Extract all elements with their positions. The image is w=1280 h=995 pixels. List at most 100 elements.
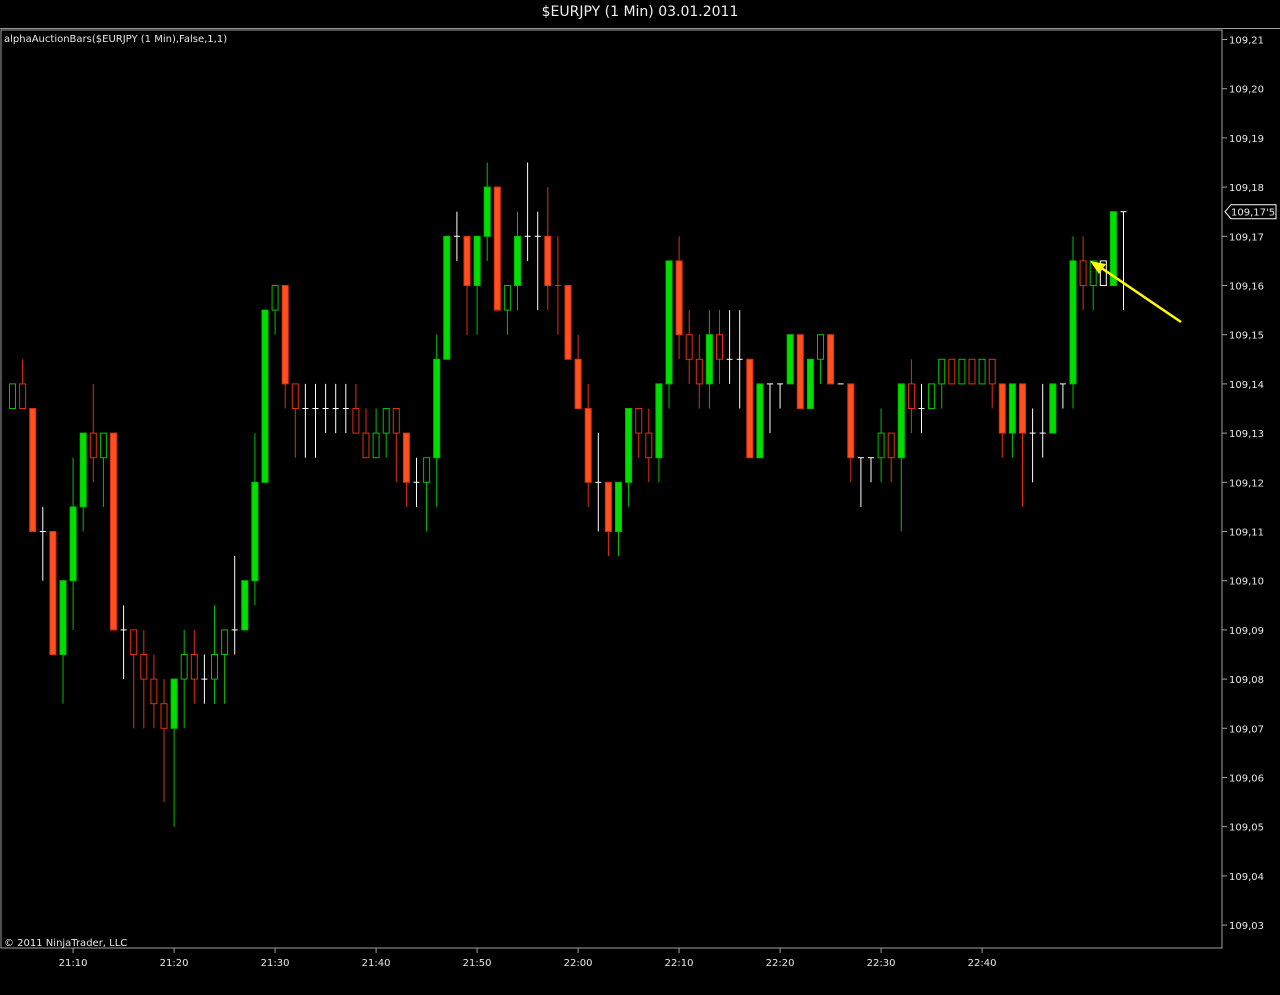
x-tick-label: 21:20 <box>160 958 189 969</box>
candle <box>746 358 754 459</box>
y-tick-label: 109,14 <box>1229 380 1264 391</box>
candle-body <box>1049 383 1057 434</box>
candle-body <box>160 703 168 729</box>
candle-body <box>241 580 249 631</box>
last-price-marker: 109,17'5 <box>1224 204 1277 220</box>
candle-body <box>998 383 1006 434</box>
candle <box>261 309 269 483</box>
x-tick-label: 22:00 <box>564 958 593 969</box>
chart-canvas[interactable]: alphaAuctionBars($EURJPY (1 Min),False,1… <box>0 0 1280 995</box>
candle-body <box>746 358 754 459</box>
price-axis: 109,21 109,20 109,19 109,18 109,17 109,16 109,… <box>1222 36 1264 932</box>
candle-body <box>352 408 360 434</box>
candle-body <box>211 654 218 680</box>
candle-body <box>9 383 16 409</box>
indicator-label: alphaAuctionBars($EURJPY (1 Min),False,1… <box>4 34 227 45</box>
candle-body <box>584 408 592 483</box>
candle-body <box>1008 383 1016 434</box>
candle-body <box>443 235 451 360</box>
x-tick-label: 21:50 <box>463 958 492 969</box>
candle-body <box>938 358 946 385</box>
candle <box>806 358 814 409</box>
y-tick-label: 109,15 <box>1229 331 1264 342</box>
x-tick-label: 22:20 <box>766 958 795 969</box>
candle <box>1049 383 1057 434</box>
y-tick-label: 109,10 <box>1229 577 1264 588</box>
y-tick-label: 109,21 <box>1229 36 1264 47</box>
x-tick-label: 21:10 <box>59 958 88 969</box>
candle-body <box>79 432 87 508</box>
candle-body <box>544 235 552 287</box>
y-tick-label: 109,08 <box>1229 675 1264 686</box>
candle-body <box>625 408 633 483</box>
candle-body <box>1069 260 1077 385</box>
candle-body <box>59 580 67 656</box>
candle-body <box>695 358 703 385</box>
candle-body <box>907 383 915 409</box>
candle <box>493 186 501 311</box>
candle <box>796 334 804 410</box>
copyright-text: © 2011 NinjaTrader, LLC <box>4 938 127 949</box>
y-tick-label: 109,04 <box>1229 872 1264 883</box>
x-tick-label: 22:40 <box>968 958 997 969</box>
candle-body <box>89 432 97 459</box>
candle-body <box>756 383 764 459</box>
candle-body <box>685 334 693 360</box>
x-tick-label: 21:40 <box>362 958 391 969</box>
candle <box>9 383 16 409</box>
candle-body <box>433 358 441 459</box>
candle <box>968 358 976 385</box>
candle-body <box>796 334 804 410</box>
candle-body <box>221 629 229 656</box>
candle-body <box>665 260 673 385</box>
candle-body <box>645 432 653 459</box>
candle <box>958 358 966 385</box>
candle-body <box>190 654 198 680</box>
candle <box>443 235 451 360</box>
candle-body <box>392 408 400 434</box>
candle-body <box>261 309 269 483</box>
candle-body <box>958 358 966 385</box>
candle-body <box>69 506 77 582</box>
candle-body <box>887 432 895 459</box>
candle-body <box>99 432 107 459</box>
y-tick-label: 109,17 <box>1229 232 1264 243</box>
candle-body <box>1019 383 1026 434</box>
candle-body <box>423 457 431 483</box>
candle-body <box>877 432 885 459</box>
candle-body <box>110 432 117 631</box>
candle-body <box>271 285 279 311</box>
candle-body <box>847 383 855 459</box>
candle-body <box>604 481 612 532</box>
candle-body <box>564 285 572 360</box>
candle-body <box>19 383 27 409</box>
candle-body <box>140 654 148 680</box>
x-tick-label: 21:30 <box>261 958 290 969</box>
candle-body <box>635 408 643 434</box>
candle <box>928 383 936 409</box>
candle-body <box>827 334 835 385</box>
candle-body <box>170 678 178 729</box>
candle-body <box>372 432 380 459</box>
candle-body <box>574 358 582 409</box>
candle-body <box>362 432 370 459</box>
y-tick-label: 109,12 <box>1229 478 1264 489</box>
y-tick-label: 109,07 <box>1229 724 1264 735</box>
y-tick-label: 109,06 <box>1229 774 1264 785</box>
y-tick-label: 109,11 <box>1229 528 1264 539</box>
candle-body <box>402 432 410 483</box>
candle-body <box>615 481 622 532</box>
time-axis: 21:10 21:20 21:30 21:40 21:50 22:00 22:10 22:20… <box>59 948 997 969</box>
y-tick-label: 109,16 <box>1229 282 1264 293</box>
candle <box>756 383 764 459</box>
candle-body <box>1079 260 1087 286</box>
candle-body <box>978 358 986 385</box>
candle-body <box>675 260 683 336</box>
candle <box>110 432 117 631</box>
candle-body <box>473 235 481 287</box>
candle-body <box>655 383 663 459</box>
candle-body <box>716 334 723 360</box>
y-tick-label: 109,19 <box>1229 134 1264 145</box>
candle <box>29 408 37 532</box>
x-tick-label: 22:10 <box>665 958 694 969</box>
